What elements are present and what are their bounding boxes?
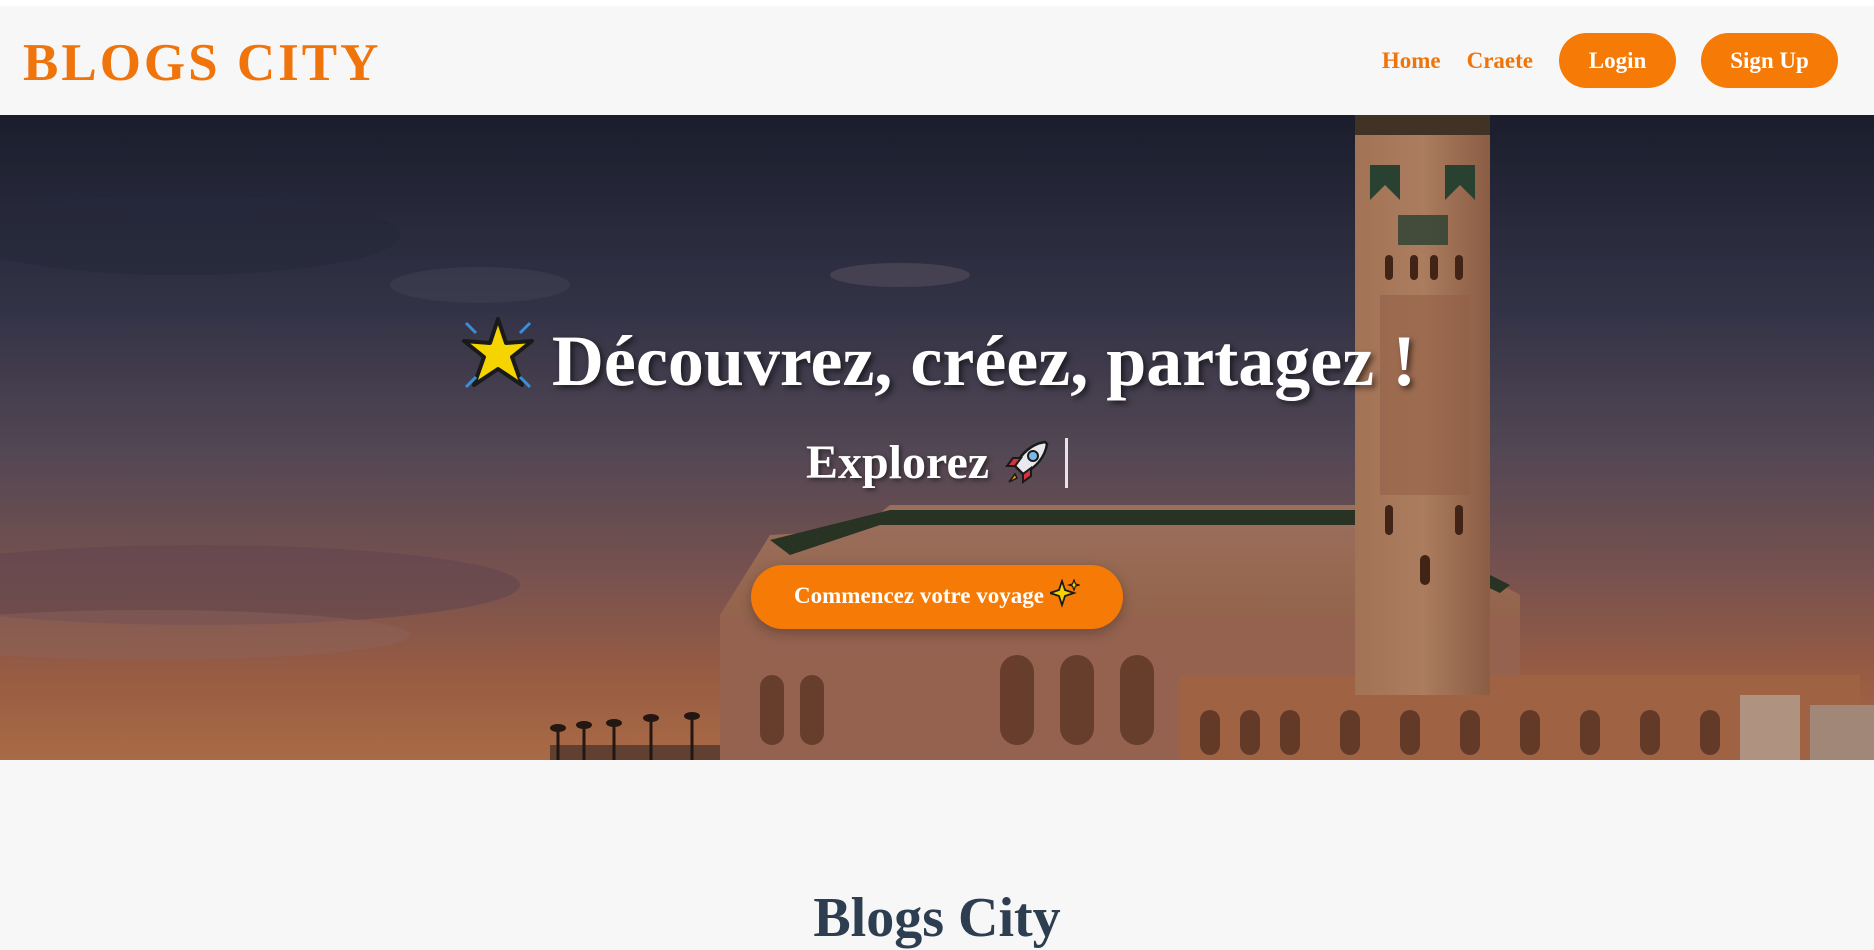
nav-links: Home Craete Login Sign Up — [1382, 33, 1838, 88]
section-title: Blogs City — [813, 887, 1061, 950]
rocket-icon — [1001, 436, 1053, 500]
hero-title-row: Découvrez, créez, partagez ! — [0, 315, 1874, 413]
hero-subtitle-row: Explorez — [0, 435, 1874, 500]
cta-label: Commencez votre voyage — [794, 583, 1044, 608]
hero-banner: Découvrez, créez, partagez ! Explorez Co… — [0, 115, 1874, 760]
start-journey-button[interactable]: Commencez votre voyage — [751, 565, 1123, 629]
nav-link-create[interactable]: Craete — [1467, 48, 1533, 74]
brand-logo[interactable]: BLOGS CITY — [23, 33, 381, 93]
hero-subtitle: Explorez — [805, 436, 990, 489]
sparkles-icon — [1047, 578, 1082, 615]
nav-link-home[interactable]: Home — [1382, 48, 1441, 74]
navbar: BLOGS CITY Home Craete Login Sign Up — [0, 6, 1874, 115]
hero-title: Découvrez, créez, partagez ! — [551, 321, 1417, 401]
signup-button[interactable]: Sign Up — [1701, 33, 1838, 88]
typing-cursor — [1065, 438, 1069, 488]
login-button[interactable]: Login — [1559, 33, 1676, 88]
sparkle-star-icon — [458, 315, 538, 413]
